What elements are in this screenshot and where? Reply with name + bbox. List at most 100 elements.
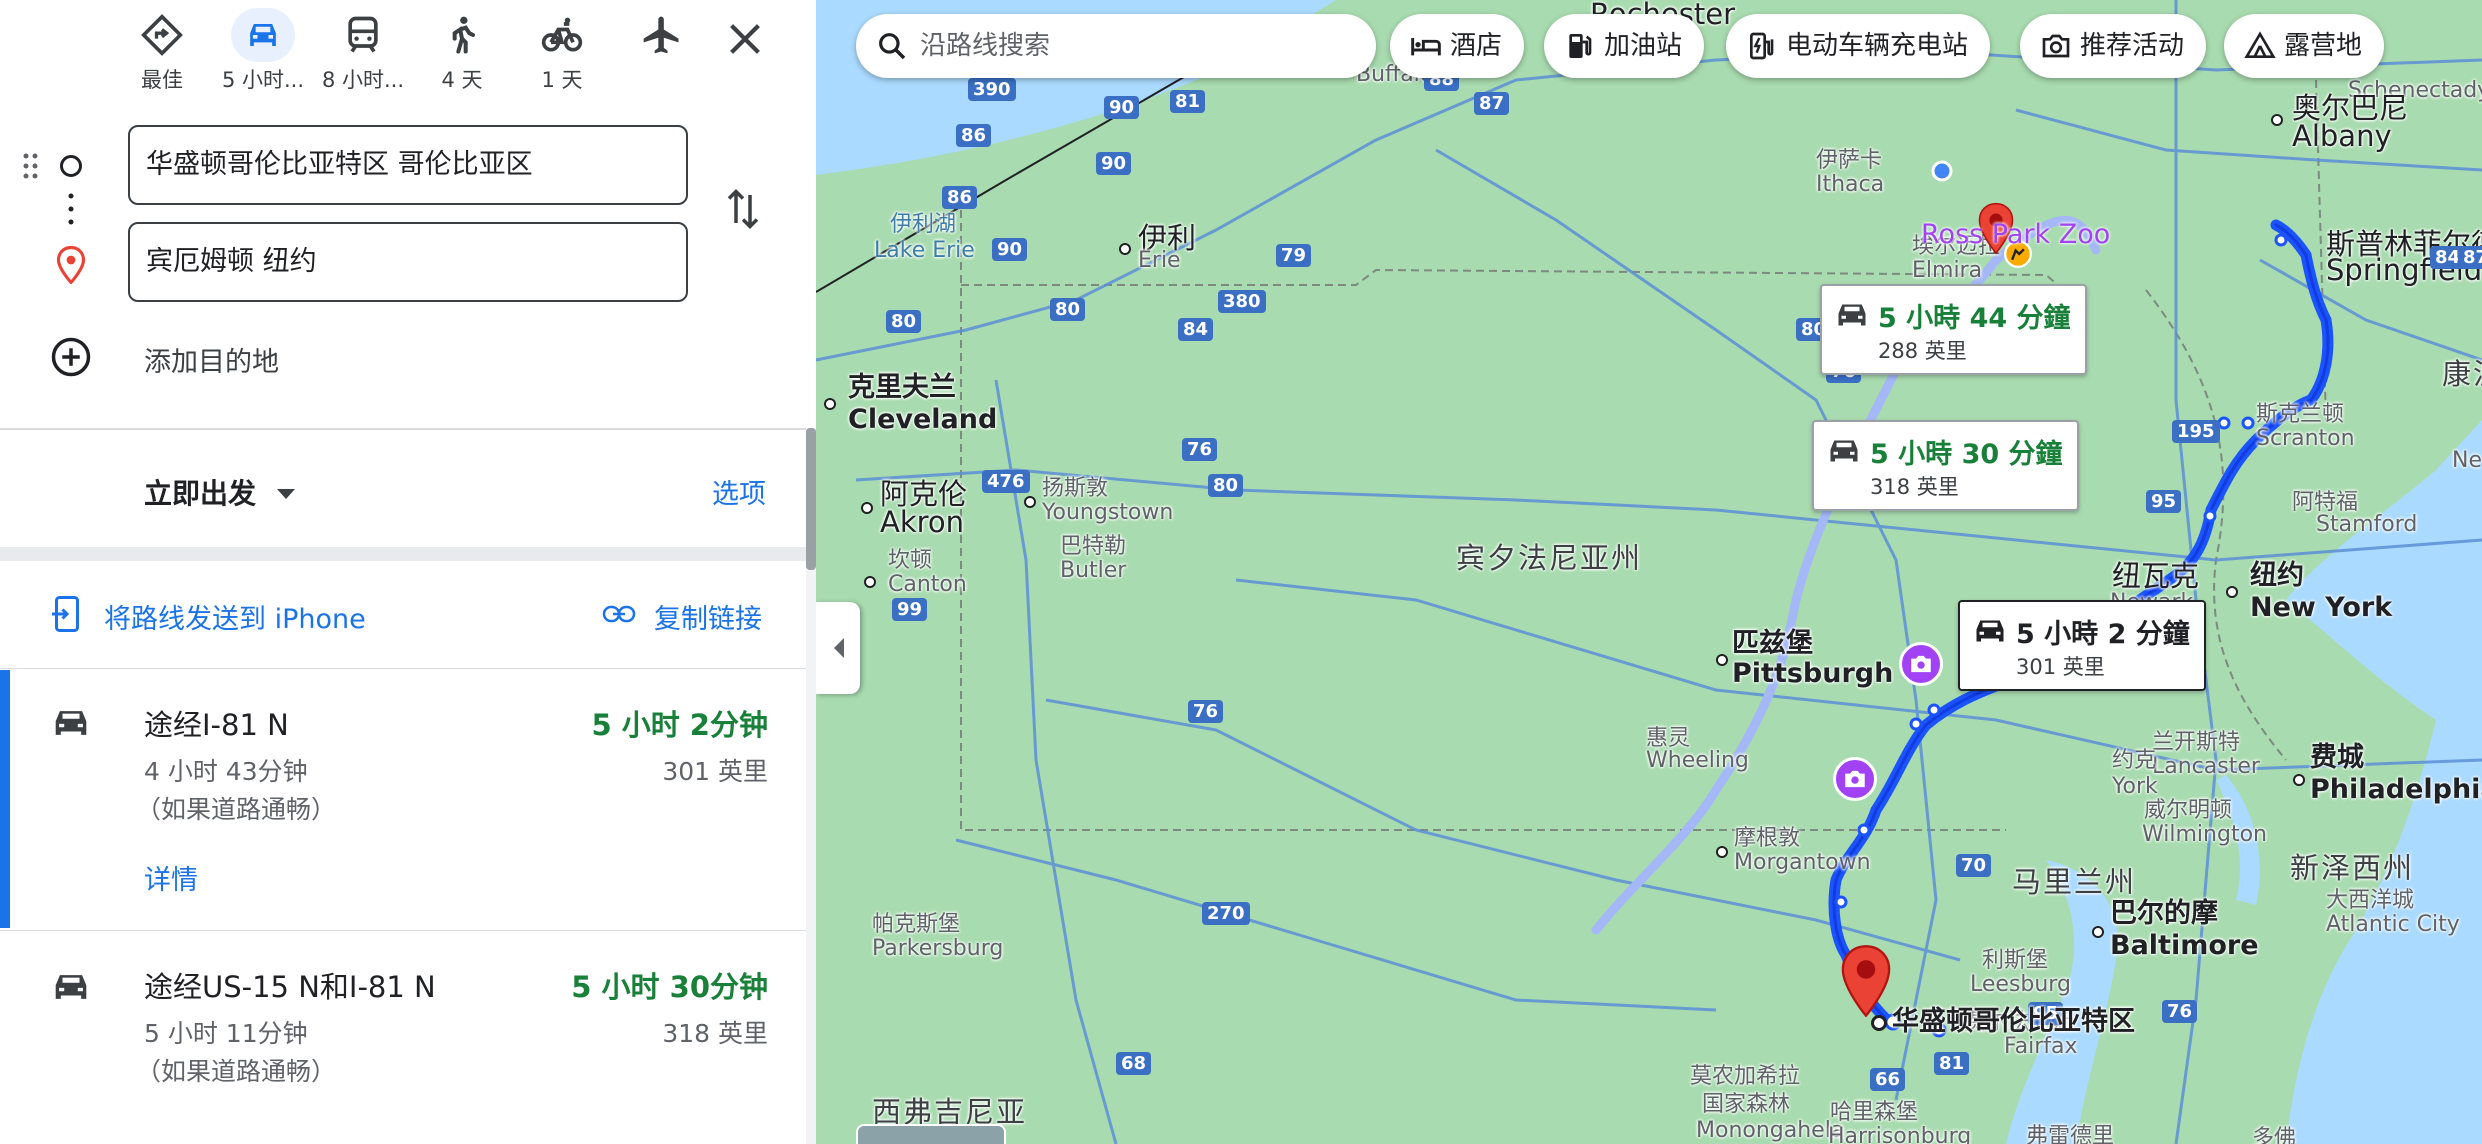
search-icon [879, 33, 906, 60]
highway-shield: 270 [1202, 902, 1250, 925]
highway-shield: 70 [1956, 854, 1992, 877]
scrollbar-thumb[interactable] [806, 428, 816, 570]
callout-distance: 301 英里 [2016, 655, 2105, 679]
city-dot [2226, 586, 2238, 598]
mode-transit[interactable]: 8 小时... [313, 8, 413, 98]
link-icon[interactable] [602, 604, 636, 624]
highway-shield: 90 [1104, 96, 1140, 119]
camera-icon [2042, 34, 2070, 58]
highway-shield: 90 [992, 238, 1028, 261]
city-dot [824, 398, 836, 410]
route-callout-alt-2[interactable]: 5 小時 30 分鐘 318 英里 [1812, 420, 2079, 511]
route-option[interactable]: 途经US-15 N和I-81 N 5 小时 30分钟 5 小时 11分钟 318… [0, 932, 808, 1144]
chip-label: 酒店 [1450, 31, 1503, 61]
selected-route-indicator [0, 670, 10, 928]
highway-shield: 80 [1208, 474, 1244, 497]
map-label-akron-en: Akron [880, 505, 965, 539]
map-label-monongahela-zh1: 莫农加希拉 [1690, 1064, 1801, 1089]
layers-toggle-thumbnail[interactable] [856, 1124, 1006, 1144]
phone-send-icon[interactable] [52, 596, 82, 632]
chip-things-to-do[interactable]: 推荐活动 [2020, 14, 2207, 78]
mode-flight[interactable] [612, 8, 712, 98]
dropdown-caret-icon[interactable] [276, 485, 296, 499]
options-button[interactable]: 选项 [712, 472, 766, 511]
city-dot [1024, 496, 1036, 508]
swap-origin-destination-button[interactable] [722, 186, 764, 232]
map-label-youngstown-en: Youngstown [1042, 500, 1174, 525]
send-to-phone-link[interactable]: 将路线发送到 iPhone [104, 597, 366, 636]
map-canvas[interactable]: Rochester Buffalo 伊利湖 Lake Erie 伊利 Erie … [816, 0, 2482, 1144]
chip-ev-charging[interactable]: 电动车辆充电站 [1726, 14, 1991, 78]
add-destination-button[interactable]: 添加目的地 [144, 340, 279, 379]
route-search-box[interactable] [856, 14, 1376, 78]
walk-icon [430, 8, 494, 62]
collapse-panel-button[interactable] [816, 602, 860, 694]
divider [0, 428, 816, 430]
close-directions-button[interactable] [722, 16, 768, 62]
car-icon [1976, 620, 2004, 642]
route-option-selected[interactable]: 途经I-81 N 5 小时 2分钟 4 小时 43分钟 301 英里 （如果道路… [0, 670, 808, 928]
mode-driving[interactable]: 5 小时... [213, 8, 313, 98]
highway-shield: 99 [892, 598, 928, 621]
map-label-washington-dc: 华盛顿哥伦比亚特区 [1892, 1006, 2135, 1037]
chip-campgrounds[interactable]: 露营地 [2224, 14, 2385, 78]
car-icon [1838, 304, 1866, 326]
origin-marker-icon[interactable] [1838, 944, 1894, 1018]
map-label-ithaca-zh: 伊萨卡 [1816, 148, 1883, 173]
callout-duration: 5 小時 2 分鐘 [2016, 619, 2190, 650]
origin-input[interactable]: 华盛顿哥伦比亚特区 哥伦比亚区 [128, 125, 688, 205]
destination-input[interactable]: 宾厄姆顿 纽约 [128, 222, 688, 302]
map-label-monongahela-zh2: 国家森林 [1702, 1092, 1791, 1117]
car-icon [50, 970, 92, 1004]
attraction-marker[interactable] [1833, 757, 1877, 801]
camera-icon [1911, 655, 1931, 673]
divider [0, 930, 808, 931]
mode-cycling[interactable]: 1 天 [512, 8, 612, 98]
drag-handle-icon[interactable] [22, 152, 40, 180]
route-name: 途经I-81 N [144, 708, 289, 742]
mode-label: 4 天 [441, 68, 483, 92]
flight-icon [630, 8, 694, 62]
mode-best[interactable]: 最佳 [112, 8, 212, 98]
current-location-dot [1931, 160, 1953, 182]
callout-duration: 5 小時 44 分鐘 [1878, 303, 2071, 334]
map-label-ross-park-zoo[interactable]: Ross Park Zoo [1921, 219, 2110, 250]
map-label-harrisonburg-en: Harrisonburg [1828, 1124, 1972, 1144]
city-dot [2092, 926, 2104, 938]
map-label-leesburg-en: Leesburg [1970, 972, 2071, 997]
route-traffic-note: （如果道路通畅） [136, 1057, 337, 1086]
attraction-marker[interactable] [1899, 642, 1943, 686]
chip-gas-stations[interactable]: 加油站 [1544, 14, 1705, 78]
highway-shield: 87 [1474, 92, 1510, 115]
mode-walking[interactable]: 4 天 [412, 8, 512, 98]
add-destination-icon[interactable] [50, 336, 92, 378]
depart-now-dropdown[interactable]: 立即出发 [144, 472, 256, 512]
best-route-icon [130, 8, 194, 62]
chip-hotels[interactable]: 酒店 [1390, 14, 1525, 78]
map-label-newark-zh: 纽瓦克 [2112, 559, 2200, 593]
route-search-input[interactable] [920, 24, 1360, 68]
map-label-scranton-zh: 斯克兰顿 [2256, 402, 2345, 427]
directions-panel: 最佳 5 小时... 8 小时... 4 天 1 天 华盛顿哥伦比亚特区 哥伦比… [0, 0, 816, 1144]
transit-icon [331, 8, 395, 62]
route-callout-selected[interactable]: 5 小時 2 分鐘 301 英里 [1958, 600, 2206, 691]
copy-link-button[interactable]: 复制链接 [654, 597, 762, 636]
map-label-parkersburg-en: Parkersburg [872, 936, 1004, 961]
city-dot [2293, 774, 2305, 786]
highway-shield: 79 [1276, 244, 1312, 267]
highway-shield: 66 [1870, 1068, 1906, 1091]
map-label-monongahela-en: Monongahela [1696, 1118, 1845, 1143]
map-label-morgantown-en: Morgantown [1734, 850, 1871, 875]
route-callout-alt-1[interactable]: 5 小時 44 分鐘 288 英里 [1820, 284, 2087, 375]
bicycle-icon [530, 8, 594, 62]
highway-shield: 380 [1218, 290, 1266, 313]
map-label-pennsylvania: 宾夕法尼亚州 [1456, 541, 1643, 575]
route-details-link[interactable]: 详情 [144, 858, 198, 897]
map-label-leesburg-zh: 利斯堡 [1982, 948, 2049, 973]
highway-shield: 195 [2172, 420, 2220, 443]
panel-scrollbar[interactable] [806, 428, 816, 1144]
highway-shield: 81 [1170, 90, 1206, 113]
highway-shield: 81 [1934, 1052, 1970, 1075]
mode-label: 最佳 [141, 68, 183, 92]
map-label-harrisonburg-zh: 哈里森堡 [1830, 1100, 1919, 1125]
